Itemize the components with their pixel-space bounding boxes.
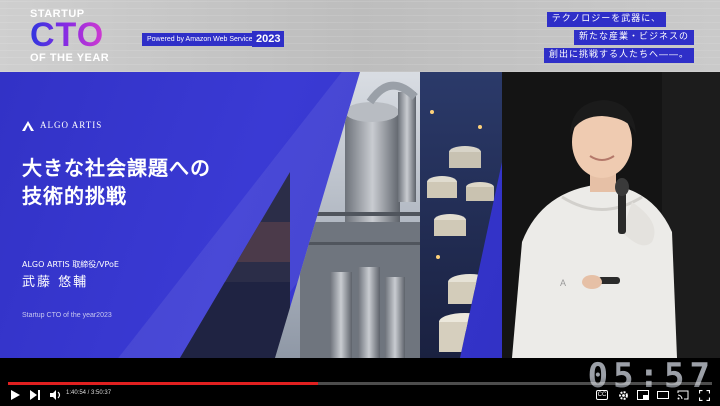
speaker-role: ALGO ARTIS 取締役/VPoE [22,260,119,269]
video-player[interactable]: STARTUP CTO OF THE YEAR Powered by Amazo… [0,0,720,406]
tagline-line: 創出に挑戦する人たちへ――。 [543,48,694,63]
settings-button[interactable] [616,388,630,402]
volume-button[interactable] [48,388,62,402]
speaker-name: 武藤 悠輔 [22,275,89,290]
tagline-line: テクノロジーを武器に、 [546,12,666,27]
progress-bar-fill [8,382,318,385]
algo-artis-logo-icon [22,121,34,131]
play-button[interactable] [8,388,22,402]
logo-of-the-year-text: OF THE YEAR [30,52,110,64]
next-icon [30,390,40,400]
subtitles-button[interactable]: CC [595,388,609,402]
event-banner: STARTUP CTO OF THE YEAR Powered by Amazo… [0,0,720,72]
cast-button[interactable] [676,388,690,402]
subtitles-icon: CC [595,390,609,400]
logo-cto-text: CTO [30,16,105,54]
powered-by-badge: Powered by Amazon Web Services [142,33,262,46]
miniplayer-icon [637,390,649,400]
theater-button[interactable] [656,388,670,402]
fullscreen-icon [698,389,710,401]
time-display: 1:40:54 / 3:50:37 [66,390,112,396]
cast-icon [677,390,689,400]
volume-icon [49,390,60,400]
tagline-line: 新たな産業・ビジネスの [573,30,694,45]
theater-icon [657,391,669,399]
industrial-plant-photo [180,72,510,358]
miniplayer-button[interactable] [636,388,650,402]
gear-icon [618,390,628,400]
fullscreen-button[interactable] [697,388,711,402]
event-year-badge: 2023 [252,31,285,47]
speaker-camera-feed: A [502,72,720,358]
slide-title: 大きな社会課題への 技術的挑戦 [22,156,211,208]
company-brand-text: ALGO ARTIS [40,120,103,130]
slide-footer-text: Startup CTO of the year2023 [22,312,112,319]
play-icon [10,390,20,400]
svg-text:A: A [560,278,566,288]
progress-bar[interactable] [8,382,712,385]
next-button[interactable] [28,388,42,402]
